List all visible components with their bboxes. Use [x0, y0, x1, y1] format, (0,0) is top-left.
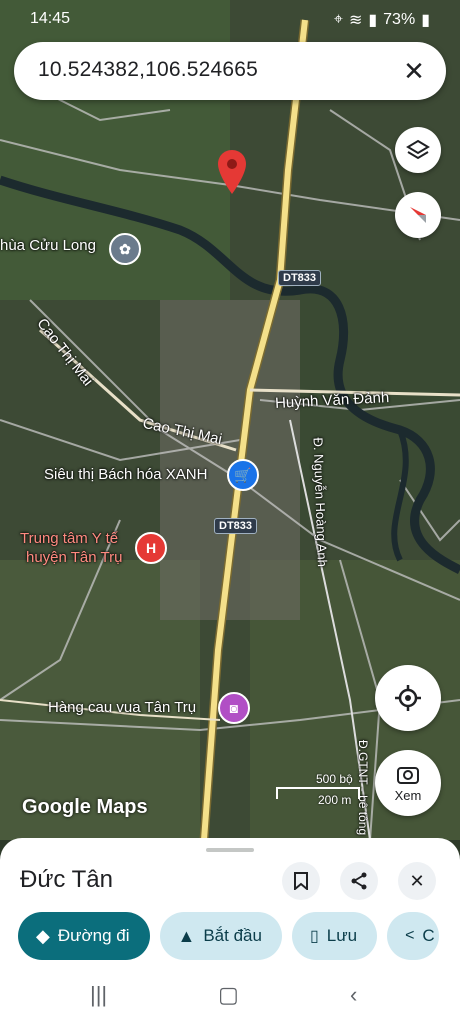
hospital-icon[interactable]: H	[135, 532, 167, 564]
directions-button[interactable]: ◆ Đường đi	[18, 912, 150, 960]
compass-button[interactable]	[395, 192, 441, 238]
save-button[interactable]: ▯ Lưu	[291, 912, 378, 960]
road-shield-dt833-south: DT833	[214, 518, 258, 534]
battery-icon: ▮	[421, 12, 430, 29]
shopping-cart-icon[interactable]: 🛒	[227, 459, 259, 491]
map-label-y-te-2: huyện Tân Trụ	[26, 549, 123, 566]
drag-handle[interactable]	[206, 848, 254, 852]
battery-text: 73%	[383, 11, 416, 28]
map-label-sieu-thi: Siêu thị Bách hóa XANH	[44, 466, 208, 483]
home-icon[interactable]: ▢	[218, 982, 239, 1008]
directions-label: Đường đi	[57, 926, 130, 945]
map-label-chua: hùa Cửu Long	[0, 237, 96, 254]
map-label-hang-cau: Hàng cau vua Tân Trụ	[48, 699, 197, 716]
signal-icon: ▮	[368, 12, 378, 29]
google-maps-logo: Google Maps	[22, 796, 148, 818]
map-scale: 500 bộ 200 m	[276, 772, 360, 807]
place-title: Đức Tân	[20, 866, 113, 893]
share-icon: <	[405, 927, 415, 944]
close-icon[interactable]: ✕	[398, 55, 430, 87]
lens-button[interactable]: Xem	[375, 750, 441, 816]
crosshair-icon	[395, 685, 421, 711]
search-input[interactable]: 10.524382,106.524665	[38, 58, 258, 82]
camera-icon[interactable]: ◙	[218, 692, 250, 724]
camera-search-icon	[397, 766, 419, 784]
start-label: Bắt đầu	[203, 926, 262, 945]
bookmark-button[interactable]	[282, 862, 320, 900]
close-sheet-button[interactable]: ✕	[398, 862, 436, 900]
directions-icon: ◆	[36, 925, 50, 946]
start-button[interactable]: ▲ Bắt đầu	[159, 912, 282, 960]
system-nav-bar: ||| ▢ ‹	[0, 968, 460, 1024]
share-icon	[351, 872, 367, 890]
action-chips: ◆ Đường đi ▲ Bắt đầu ▯ Lưu < C	[18, 912, 439, 960]
share-chip-button[interactable]: < C	[387, 912, 439, 960]
share-label: C	[422, 926, 435, 945]
search-bar[interactable]: 10.524382,106.524665 ✕	[14, 42, 446, 100]
location-status-icon: ⌖	[333, 11, 343, 28]
road-shield-dt833-north: DT833	[278, 270, 322, 286]
save-label: Lưu	[326, 926, 358, 945]
my-location-button[interactable]	[375, 665, 441, 731]
bookmark-icon: ▯	[309, 928, 319, 945]
layers-button[interactable]	[395, 127, 441, 173]
bookmark-icon	[294, 872, 308, 890]
status-time: 14:45	[30, 10, 71, 27]
recents-icon[interactable]: |||	[90, 982, 107, 1008]
map-label-y-te-1: Trung tâm Y tế	[20, 530, 119, 547]
temple-icon[interactable]: ✿	[109, 233, 141, 265]
compass-icon	[410, 207, 426, 223]
lens-label: Xem	[394, 787, 422, 803]
scale-meters: 200 m	[318, 793, 352, 807]
status-bar: 14:45 ⌖ ≋ ▮ 73% ▮	[0, 0, 460, 38]
scale-feet: 500 bộ	[316, 772, 353, 786]
back-icon[interactable]: ‹	[350, 982, 357, 1008]
wifi-icon: ≋	[348, 12, 363, 29]
layers-icon	[406, 139, 430, 160]
status-icons: ⌖ ≋ ▮ 73% ▮	[334, 10, 430, 30]
navigation-arrow-icon: ▲	[177, 925, 196, 946]
location-pin-icon[interactable]	[218, 150, 246, 194]
close-icon: ✕	[409, 870, 425, 891]
share-button[interactable]	[340, 862, 378, 900]
